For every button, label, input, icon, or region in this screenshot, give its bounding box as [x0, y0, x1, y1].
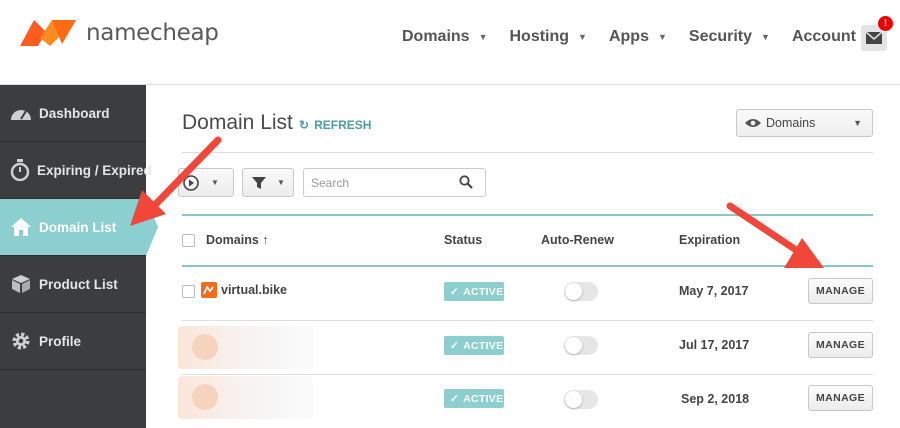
sidebar-item-domain-list[interactable]: Domain List — [0, 199, 158, 256]
box-icon — [10, 273, 32, 295]
row-divider — [182, 374, 873, 375]
status-badge: ✓ ACTIVE — [444, 389, 504, 408]
check-icon: ✓ — [450, 285, 460, 298]
column-header-expiration: Expiration — [679, 233, 741, 247]
nav-security[interactable]: Security ▼ — [689, 28, 770, 46]
manage-button[interactable]: MANAGE — [808, 332, 873, 358]
auto-renew-toggle[interactable] — [564, 390, 598, 409]
view-dropdown-value: Domains — [766, 116, 816, 130]
expiration-date: Sep 2, 2018 — [681, 392, 750, 406]
manage-button[interactable]: MANAGE — [808, 385, 873, 411]
actions-dropdown[interactable]: ▼ — [178, 168, 234, 197]
table-top-border — [182, 214, 873, 216]
auto-renew-toggle[interactable] — [564, 282, 598, 301]
blurred-domain — [178, 326, 313, 369]
check-icon: ✓ — [450, 339, 460, 352]
column-header-auto-renew: Auto-Renew — [541, 233, 614, 247]
sidebar-item-label: Product List — [39, 276, 118, 292]
page-title: Domain List — [182, 111, 293, 134]
sidebar-item-label: Dashboard — [39, 105, 110, 121]
chevron-down-icon: ▼ — [657, 32, 667, 42]
search-icon[interactable] — [459, 175, 473, 189]
nav-apps[interactable]: Apps ▼ — [609, 28, 667, 46]
blurred-favicon — [192, 334, 218, 360]
sidebar: Dashboard Expiring / Expired Domain List… — [0, 85, 158, 428]
select-all-checkbox[interactable] — [182, 234, 195, 247]
auto-renew-toggle[interactable] — [564, 336, 598, 355]
table-header-border — [182, 265, 873, 267]
refresh-button[interactable]: ↻ REFRESH — [299, 118, 371, 132]
home-icon — [10, 216, 32, 238]
stopwatch-icon — [10, 159, 30, 181]
gauge-icon — [10, 102, 32, 124]
play-circle-icon — [183, 174, 199, 191]
logo[interactable]: namecheap — [18, 16, 219, 50]
refresh-label: REFRESH — [314, 118, 372, 132]
mail-icon — [866, 32, 882, 44]
status-label: ACTIVE — [463, 392, 504, 405]
row-checkbox[interactable] — [182, 285, 195, 298]
blurred-favicon — [192, 384, 218, 410]
eye-icon — [745, 119, 761, 127]
column-header-domains[interactable]: Domains ↑ — [206, 233, 269, 247]
row-divider — [182, 320, 873, 321]
sidebar-item-label: Domain List — [39, 219, 117, 235]
header-divider — [182, 152, 873, 153]
expiration-date: Jul 17, 2017 — [679, 338, 750, 352]
chevron-down-icon: ▼ — [761, 32, 770, 42]
chevron-down-icon: ▼ — [277, 178, 285, 187]
status-label: ACTIVE — [463, 339, 504, 352]
sidebar-item-product-list[interactable]: Product List — [0, 256, 146, 313]
nav-label: Domains — [402, 28, 470, 45]
search-input[interactable]: Search — [303, 168, 486, 197]
notification-badge: ! — [878, 16, 893, 31]
top-bar: namecheap Domains ▼ Hosting ▼ Apps ▼ Securi… — [0, 0, 900, 85]
nav-label: Hosting — [509, 28, 570, 45]
manage-button[interactable]: MANAGE — [808, 278, 873, 304]
status-badge: ✓ ACTIVE — [444, 282, 504, 301]
search-placeholder: Search — [311, 175, 350, 190]
view-dropdown[interactable]: Domains ▼ — [736, 109, 873, 137]
nav-label: Account — [791, 28, 856, 45]
namecheap-logo-icon — [20, 20, 76, 46]
nav-hosting[interactable]: Hosting ▼ — [510, 28, 587, 46]
sidebar-item-expiring[interactable]: Expiring / Expired — [0, 142, 152, 199]
nav-domains[interactable]: Domains ▼ — [402, 28, 488, 46]
status-label: ACTIVE — [463, 285, 504, 298]
main-nav: Domains ▼ Hosting ▼ Apps ▼ Security ▼ Accoun… — [402, 28, 896, 46]
filter-icon — [252, 176, 266, 189]
nav-label: Apps — [608, 28, 649, 45]
expiration-date: May 7, 2017 — [679, 284, 749, 298]
gear-icon — [10, 330, 32, 352]
status-badge: ✓ ACTIVE — [444, 336, 504, 355]
sidebar-item-label: Expiring / Expired — [37, 162, 152, 178]
sidebar-item-label: Profile — [39, 333, 82, 349]
refresh-icon: ↻ — [299, 118, 310, 132]
nav-label: Security — [688, 28, 753, 45]
chevron-down-icon: ▼ — [478, 32, 488, 42]
namecheap-favicon-icon — [201, 282, 217, 298]
chevron-down-icon: ▼ — [211, 178, 219, 187]
sidebar-item-profile[interactable]: Profile — [0, 313, 146, 370]
chevron-down-icon: ▼ — [578, 32, 587, 42]
domain-label: virtual.bike — [221, 283, 287, 297]
blurred-domain — [178, 376, 313, 419]
sidebar-item-dashboard[interactable]: Dashboard — [0, 85, 146, 142]
column-header-status: Status — [444, 233, 483, 247]
check-icon: ✓ — [450, 392, 460, 405]
domain-name[interactable]: virtual.bike — [201, 282, 287, 298]
chevron-down-icon: ▼ — [853, 118, 862, 128]
brand-name: namecheap — [86, 20, 219, 46]
filter-dropdown[interactable]: ▼ — [242, 168, 294, 197]
